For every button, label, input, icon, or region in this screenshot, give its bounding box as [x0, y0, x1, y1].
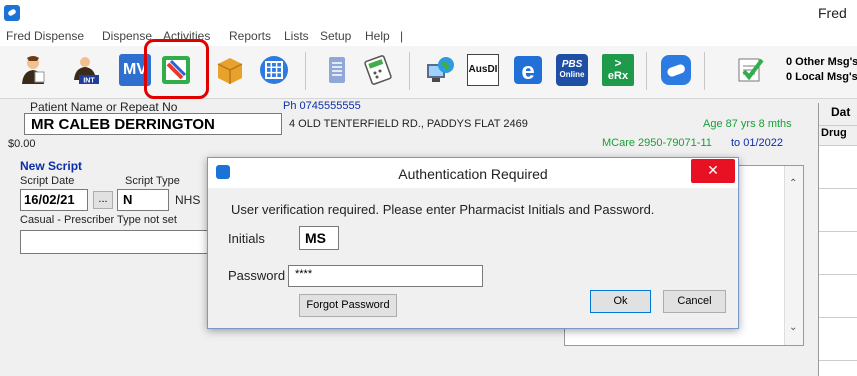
other-messages-count[interactable]: 0 Other Msg's [786, 56, 857, 68]
new-script-header: New Script [20, 159, 83, 173]
patient-name-field[interactable]: MR CALEB DERRINGTON [24, 113, 282, 135]
patient-age: Age 87 yrs 8 mths [703, 118, 792, 130]
history-drug-header: Drug [819, 126, 857, 146]
date-picker-button[interactable]: ... [93, 191, 113, 209]
app-logo-icon [4, 5, 20, 21]
erx-icon[interactable]: > eRx [602, 54, 634, 86]
menu-dispense[interactable]: Dispense [102, 29, 152, 43]
menu-bar: Fred Dispense Dispense Activities Report… [0, 26, 857, 46]
initials-label: Initials [228, 231, 265, 246]
ausdi-icon[interactable]: AusDI [467, 54, 499, 86]
menu-setup[interactable]: Setup [320, 29, 351, 43]
scroll-up-icon[interactable]: ⌃ [789, 178, 797, 189]
toolbar-separator [704, 52, 705, 90]
grid-icon[interactable] [258, 54, 290, 86]
table-row[interactable] [819, 232, 857, 275]
stock-box-icon[interactable] [214, 54, 246, 86]
scroll-down-icon[interactable]: ⌄ [789, 322, 797, 333]
pbs-label: PBS [561, 59, 583, 70]
document-icon[interactable] [321, 54, 353, 86]
dispense-person-icon[interactable] [17, 54, 49, 86]
patient-phone: Ph 0745555555 [283, 100, 361, 112]
toolbar-separator [409, 52, 410, 90]
pill-icon[interactable] [660, 54, 692, 86]
checklist-icon[interactable] [734, 54, 766, 86]
int-label: INT [83, 78, 95, 85]
script-type-label: Script Type [125, 175, 180, 187]
patient-medicare: MCare 2950-79071-11 [602, 137, 712, 149]
toolbar: INT MV AusDI e PBS Online > eRx 0 Other … [0, 46, 857, 99]
script-type-description: NHS [175, 193, 201, 207]
menu-separator: | [400, 29, 404, 43]
initials-field[interactable]: MS [299, 226, 339, 250]
list-scrollbar[interactable]: ⌃ ⌄ [784, 166, 803, 345]
medicare-expiry: to 01/2022 [731, 137, 783, 149]
close-icon[interactable]: ✕ [691, 159, 735, 183]
e-icon[interactable]: e [512, 54, 544, 86]
password-field[interactable]: **** [288, 265, 483, 287]
history-table: Dat Drug [818, 103, 857, 376]
new-script-panel: New Script Script Date Script Type 16/02… [13, 157, 213, 297]
patient-panel: Patient Name or Repeat No Ph 0745555555 … [8, 98, 808, 153]
menu-reports[interactable]: Reports [229, 29, 271, 43]
svg-text:e: e [521, 58, 534, 85]
pbs-online-icon[interactable]: PBS Online [556, 54, 588, 86]
patient-address: 4 OLD TENTERFIELD RD., PADDYS FLAT 2469 [289, 118, 528, 130]
title-bar: Fred [0, 0, 857, 27]
table-row[interactable] [819, 275, 857, 318]
patient-balance: $0.00 [8, 138, 36, 150]
dialog-body: User verification required. Please enter… [208, 188, 738, 328]
table-row[interactable] [819, 146, 857, 189]
history-date-header: Dat [819, 103, 857, 126]
prescriber-input[interactable] [20, 230, 213, 254]
table-row[interactable] [819, 318, 857, 361]
calculator-icon[interactable] [362, 54, 394, 86]
ok-button[interactable]: Ok [590, 290, 651, 313]
password-label: Password [228, 268, 286, 283]
authentication-dialog: Authentication Required ✕ User verificat… [207, 157, 739, 329]
computer-globe-icon[interactable] [424, 54, 456, 86]
prescriber-type-label: Casual - Prescriber Type not set [20, 214, 177, 226]
erx-arrow-icon: > [614, 56, 622, 70]
annotation-highlight [144, 39, 209, 99]
local-messages-count[interactable]: 0 Local Msg's [786, 71, 857, 83]
table-row[interactable] [819, 189, 857, 232]
menu-lists[interactable]: Lists [284, 29, 309, 43]
pbs-online-label: Online [559, 70, 585, 79]
dialog-title-bar[interactable]: Authentication Required ✕ [208, 158, 738, 188]
dialog-message: User verification required. Please enter… [231, 202, 655, 217]
script-type-input[interactable]: N [117, 189, 169, 211]
toolbar-separator [305, 52, 306, 90]
forgot-password-button[interactable]: Forgot Password [299, 294, 397, 317]
dialog-title: Authentication Required [398, 166, 548, 182]
cancel-button[interactable]: Cancel [663, 290, 726, 313]
toolbar-separator [646, 52, 647, 90]
window-title: Fred [818, 5, 847, 21]
menu-help[interactable]: Help [365, 29, 390, 43]
menu-fred-dispense[interactable]: Fred Dispense [6, 29, 84, 43]
international-dispense-icon[interactable]: INT [71, 54, 103, 86]
erx-label: eRx [607, 70, 629, 82]
patient-name-label: Patient Name or Repeat No [30, 100, 178, 114]
script-date-input[interactable]: 16/02/21 [20, 189, 88, 211]
script-date-label: Script Date [20, 175, 75, 187]
